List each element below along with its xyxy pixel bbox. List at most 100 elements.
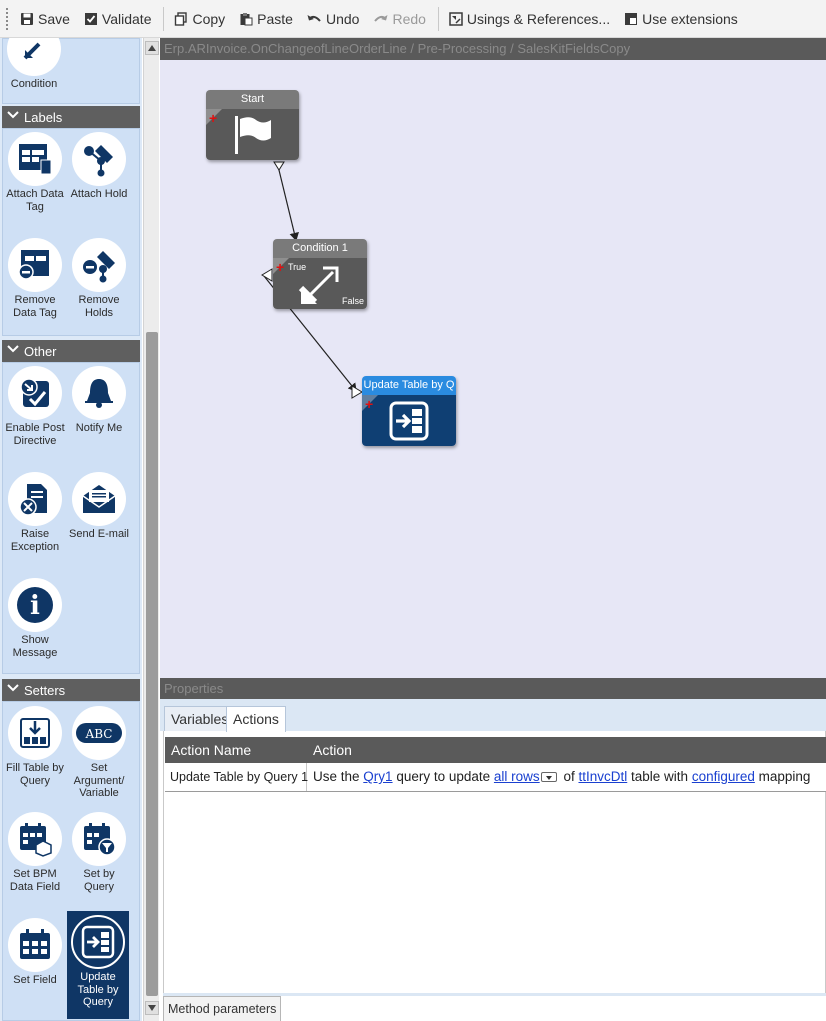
paste-icon bbox=[240, 12, 253, 25]
paste-button[interactable]: Paste bbox=[235, 6, 297, 32]
tab-actions[interactable]: Actions bbox=[226, 706, 286, 732]
use-extensions-button[interactable]: Use extensions bbox=[620, 6, 742, 32]
false-label: False bbox=[341, 296, 364, 306]
undo-icon bbox=[307, 14, 321, 22]
tool-label: Send E-mail bbox=[69, 528, 129, 540]
scroll-down-button[interactable] bbox=[145, 1001, 159, 1015]
redo-icon bbox=[374, 14, 388, 22]
plus-icon[interactable]: + bbox=[276, 260, 284, 274]
toolbar-separator bbox=[437, 6, 439, 31]
tab-variables[interactable]: Variables bbox=[164, 706, 236, 731]
table-link[interactable]: ttInvcDtl bbox=[578, 769, 627, 784]
palette-tool-show-message[interactable]: i Show Message bbox=[4, 578, 66, 659]
save-icon bbox=[21, 12, 33, 25]
plus-icon[interactable]: + bbox=[365, 397, 373, 411]
tool-label: Enable Post Directive bbox=[5, 422, 65, 447]
abc-icon: ABC bbox=[72, 706, 126, 760]
arrow-down-icon bbox=[148, 1005, 156, 1011]
action-text: table with bbox=[631, 769, 689, 784]
chevron-down-icon bbox=[7, 345, 19, 353]
undo-label: Undo bbox=[325, 10, 360, 27]
palette-tool-remove-holds[interactable]: Remove Holds bbox=[68, 238, 130, 319]
update-input-port[interactable] bbox=[351, 385, 363, 399]
palette-tool-set-field[interactable]: Set Field bbox=[4, 918, 66, 987]
tool-label: Remove Data Tag bbox=[13, 294, 57, 319]
node-start[interactable]: Start + bbox=[206, 90, 299, 160]
palette-tool-send-email[interactable]: Send E-mail bbox=[68, 472, 130, 541]
palette-tool-raise-exception[interactable]: Raise Exception bbox=[4, 472, 66, 553]
bell-icon bbox=[72, 366, 126, 420]
tool-label: Notify Me bbox=[75, 422, 123, 434]
action-text: Use the bbox=[313, 769, 360, 784]
flag-icon bbox=[235, 116, 271, 154]
checkbox-icon bbox=[84, 12, 97, 25]
start-output-port[interactable] bbox=[273, 161, 285, 171]
palette-tool-enable-post-directive[interactable]: Enable Post Directive bbox=[4, 366, 66, 447]
palette-header-labels[interactable]: Labels bbox=[2, 106, 140, 128]
node-title: Start bbox=[206, 90, 299, 109]
redo-button[interactable]: Redo bbox=[369, 6, 429, 32]
usings-label: Usings & References... bbox=[466, 10, 611, 27]
action-cell: Use the Qry1 query to update all rows of… bbox=[308, 763, 810, 791]
tool-label: Set Argument/ Variable bbox=[73, 762, 125, 799]
action-text: of bbox=[563, 769, 575, 784]
actions-table-header: Action Name Action bbox=[165, 737, 826, 763]
tool-label: Condition bbox=[10, 78, 58, 90]
table-row[interactable]: Update Table by Query 1 Use the Qry1 que… bbox=[165, 763, 826, 792]
palette-tool-set-by-query[interactable]: Set by Query bbox=[68, 812, 130, 893]
calendar-cube-icon bbox=[8, 812, 62, 866]
undo-button[interactable]: Undo bbox=[303, 6, 363, 32]
chevron-down-icon bbox=[7, 684, 19, 692]
rows-link[interactable]: all rows bbox=[494, 769, 540, 784]
palette-tool-fill-table-by-query[interactable]: Fill Table by Query bbox=[4, 706, 66, 787]
update-table-icon bbox=[71, 915, 125, 969]
column-header-action-name[interactable]: Action Name bbox=[171, 742, 251, 758]
validate-button[interactable]: Validate bbox=[80, 6, 156, 32]
toolbar-grip[interactable] bbox=[6, 7, 10, 30]
node-title: Condition 1 bbox=[273, 239, 367, 258]
palette-tool-remove-data-tag[interactable]: Remove Data Tag bbox=[4, 238, 66, 319]
palette-tool-set-bpm-data-field[interactable]: Set BPM Data Field bbox=[4, 812, 66, 893]
rows-dropdown-button[interactable] bbox=[540, 772, 557, 783]
calendar-icon bbox=[8, 918, 62, 972]
palette-tool-update-table-by-query[interactable]: Update Table by Query bbox=[67, 911, 129, 1019]
mapping-link[interactable]: configured bbox=[692, 769, 755, 784]
arrow-up-icon bbox=[148, 45, 156, 51]
action-text: mapping bbox=[758, 769, 811, 784]
tool-palette: Condition Labels Attach Data Tag Attach … bbox=[0, 38, 142, 1021]
node-condition-1[interactable]: Condition 1 + True False bbox=[273, 239, 367, 309]
palette-tool-condition[interactable]: Condition bbox=[3, 38, 65, 91]
tool-label: Set by Query bbox=[83, 868, 115, 893]
palette-tool-attach-data-tag[interactable]: Attach Data Tag bbox=[4, 132, 66, 213]
toolbar-separator bbox=[163, 6, 165, 31]
palette-header-other[interactable]: Other bbox=[2, 340, 140, 362]
palette-header-setters[interactable]: Setters bbox=[2, 679, 140, 701]
palette-scrollbar[interactable] bbox=[143, 38, 159, 1021]
node-title: Update Table by Q bbox=[362, 376, 456, 395]
scroll-up-button[interactable] bbox=[145, 41, 159, 55]
copy-button[interactable]: Copy bbox=[170, 6, 229, 32]
condition-arrow-icon bbox=[298, 266, 339, 305]
save-button[interactable]: Save bbox=[16, 6, 74, 32]
tool-label: Attach Hold bbox=[70, 188, 128, 200]
properties-panel: Properties Variables Actions Action Name… bbox=[160, 678, 826, 1021]
node-update-table-by-query[interactable]: Update Table by Q + bbox=[362, 376, 456, 446]
palette-tool-attach-hold[interactable]: Attach Hold bbox=[68, 132, 130, 201]
usings-references-button[interactable]: Usings & References... bbox=[445, 6, 614, 32]
palette-tool-notify-me[interactable]: Notify Me bbox=[68, 366, 130, 435]
hold-icon bbox=[72, 132, 126, 186]
extensions-label: Use extensions bbox=[642, 10, 738, 27]
palette-tool-set-argument-variable[interactable]: ABC Set Argument/ Variable bbox=[68, 706, 130, 800]
workflow-canvas[interactable]: Erp.ARInvoice.OnChangeofLineOrderLine / … bbox=[160, 38, 826, 678]
scrollbar-thumb[interactable] bbox=[146, 332, 158, 996]
palette-header-label: Labels bbox=[24, 109, 63, 125]
data-tag-icon bbox=[8, 132, 62, 186]
plus-icon[interactable]: + bbox=[209, 111, 217, 125]
column-header-action[interactable]: Action bbox=[313, 742, 352, 758]
tool-label: Remove Holds bbox=[78, 294, 120, 319]
query-link[interactable]: Qry1 bbox=[363, 769, 392, 784]
connector-start-to-condition[interactable] bbox=[277, 165, 299, 242]
references-icon bbox=[449, 11, 463, 26]
copy-label: Copy bbox=[192, 10, 226, 27]
tab-method-parameters[interactable]: Method parameters bbox=[163, 996, 282, 1021]
